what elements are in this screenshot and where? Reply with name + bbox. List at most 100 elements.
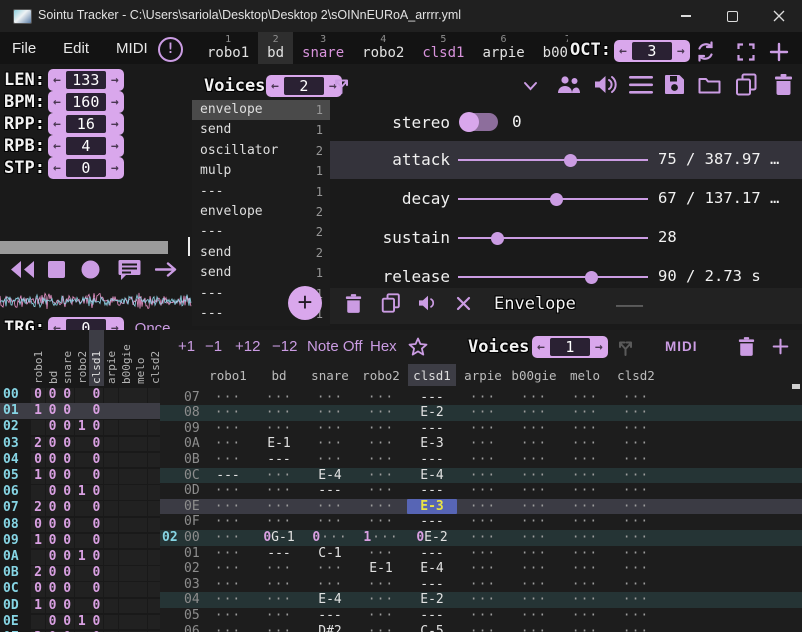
pattern-cell[interactable]: ···	[356, 390, 406, 406]
pattern-cell[interactable]: ···	[560, 452, 610, 468]
pattern-cell[interactable]: ···	[458, 592, 508, 608]
chevron-down-icon[interactable]	[523, 81, 538, 91]
order-pattern-value[interactable]: 0	[46, 452, 60, 468]
stepper-increase-arrow[interactable]: →	[111, 73, 119, 88]
order-pattern-value[interactable]: 0	[89, 436, 103, 452]
pattern-cell[interactable]: ···	[560, 592, 610, 608]
pattern-cell[interactable]: E-4	[305, 592, 355, 608]
menu-item-midi[interactable]: MIDI	[116, 40, 148, 57]
track-name-clsd2[interactable]: clsd2	[611, 368, 661, 383]
order-cell[interactable]	[133, 550, 147, 565]
order-cell[interactable]	[75, 566, 89, 581]
pattern-cell[interactable]: ---	[305, 483, 355, 499]
order-track-header-arpie[interactable]: arpie	[105, 351, 118, 384]
pattern-cell[interactable]: ···	[203, 436, 253, 452]
order-pattern-value[interactable]: 0	[89, 452, 103, 468]
pattern-cell[interactable]: ···	[356, 421, 406, 437]
pattern-cell[interactable]: ···	[509, 608, 559, 624]
order-pattern-value[interactable]: 0	[60, 565, 74, 581]
open-folder-icon[interactable]	[698, 76, 721, 94]
pattern-cell[interactable]: ···	[560, 468, 610, 484]
unit-row-dashdashdash[interactable]: ---2	[192, 222, 330, 242]
pattern-cell[interactable]: ···	[203, 421, 253, 437]
pattern-cell[interactable]: ···	[254, 468, 304, 484]
add-unit-button[interactable]: +	[288, 286, 322, 320]
pattern-cell[interactable]: ···	[305, 561, 355, 577]
unit-row-send[interactable]: send1	[192, 120, 330, 140]
order-pattern-value[interactable]: 0	[31, 517, 45, 533]
order-pattern-value[interactable]: 0	[89, 500, 103, 516]
order-pattern-value[interactable]: 2	[31, 565, 45, 581]
order-pattern-value[interactable]: 0	[46, 565, 60, 581]
pattern-cell[interactable]: ···	[509, 546, 559, 562]
unit-row-envelope[interactable]: envelope1	[192, 100, 330, 120]
order-cell[interactable]	[119, 485, 133, 500]
pattern-cell[interactable]: ···	[203, 530, 253, 546]
pattern-cell[interactable]: ···	[254, 592, 304, 608]
pattern-cell[interactable]: ···	[254, 483, 304, 499]
instrument-tab-snare[interactable]: 3snare	[293, 32, 353, 64]
order-cell[interactable]	[119, 599, 133, 614]
order-pattern-value[interactable]: 0	[89, 403, 103, 419]
stepper[interactable]: ←1→	[532, 336, 608, 358]
pattern-cell[interactable]: ···	[203, 390, 253, 406]
stepper-decrease-arrow[interactable]: ←	[53, 73, 61, 88]
instrument-tab-b00gie[interactable]: 7b00gie	[534, 32, 568, 64]
pattern-cell[interactable]: ···	[254, 561, 304, 577]
order-pattern-value[interactable]: 0	[60, 484, 74, 500]
stepper[interactable]: ←0→	[48, 157, 124, 179]
pattern-cell[interactable]: ···	[305, 514, 355, 530]
order-cell[interactable]	[119, 518, 133, 533]
stepper[interactable]: ←4→	[48, 135, 124, 157]
order-cell[interactable]	[148, 469, 160, 484]
instrument-tab-bd[interactable]: 2bd	[258, 32, 293, 64]
order-cell[interactable]	[133, 534, 147, 549]
slider-knob[interactable]	[564, 154, 577, 167]
order-cell[interactable]	[31, 615, 45, 630]
order-cell[interactable]	[104, 615, 118, 630]
comment-button[interactable]	[118, 259, 141, 280]
delete-pattern-icon[interactable]	[738, 337, 755, 356]
order-cell[interactable]	[119, 469, 133, 484]
pattern-cell[interactable]: ···	[611, 452, 661, 468]
order-pattern-value[interactable]: 2	[31, 500, 45, 516]
pattern-cell[interactable]: ···	[356, 592, 406, 608]
add-instrument-icon[interactable]	[769, 42, 789, 62]
order-track-header-b00gie[interactable]: b00gie	[120, 344, 133, 384]
panel-scrollbar[interactable]	[188, 237, 190, 256]
toolbar-button-−1[interactable]: −1	[205, 338, 222, 355]
pattern-cell[interactable]: ···	[458, 483, 508, 499]
order-cell[interactable]	[119, 453, 133, 468]
order-pattern-value[interactable]: 1	[31, 598, 45, 614]
order-pattern-value[interactable]: 0	[46, 517, 60, 533]
pattern-cell[interactable]: ---	[254, 452, 304, 468]
order-cell[interactable]	[119, 534, 133, 549]
order-cell[interactable]	[104, 550, 118, 565]
pattern-cell[interactable]: E-2	[407, 405, 457, 421]
order-pattern-value[interactable]: 1	[75, 614, 89, 630]
order-cell[interactable]	[75, 501, 89, 516]
order-cell[interactable]	[104, 534, 118, 549]
pattern-cell[interactable]: ···	[560, 624, 610, 632]
order-track-header-bd[interactable]: bd	[47, 371, 60, 384]
order-cell[interactable]	[148, 437, 160, 452]
pattern-cell[interactable]: ···	[356, 452, 406, 468]
pattern-cell[interactable]: ···	[509, 483, 559, 499]
order-pattern-value[interactable]: 0	[46, 484, 60, 500]
octave-stepper[interactable]: ←3→	[614, 40, 690, 62]
order-cell[interactable]	[148, 420, 160, 435]
minimize-button[interactable]	[663, 0, 709, 32]
pattern-cell[interactable]: ···	[305, 499, 355, 515]
pattern-cell[interactable]: ···	[203, 577, 253, 593]
order-cell[interactable]	[133, 469, 147, 484]
pattern-cell[interactable]: 0G-1	[254, 530, 304, 546]
order-pattern-value[interactable]: 0	[89, 387, 103, 403]
order-pattern-value[interactable]: 0	[46, 581, 60, 597]
order-pattern-value[interactable]: 0	[46, 387, 60, 403]
pattern-cell[interactable]: ···	[458, 421, 508, 437]
stepper-increase-arrow[interactable]: →	[677, 44, 685, 59]
maximize-button[interactable]	[709, 0, 755, 32]
order-pattern-value[interactable]: 0	[89, 484, 103, 500]
order-cell[interactable]	[75, 534, 89, 549]
pattern-cell[interactable]: ···	[356, 624, 406, 632]
